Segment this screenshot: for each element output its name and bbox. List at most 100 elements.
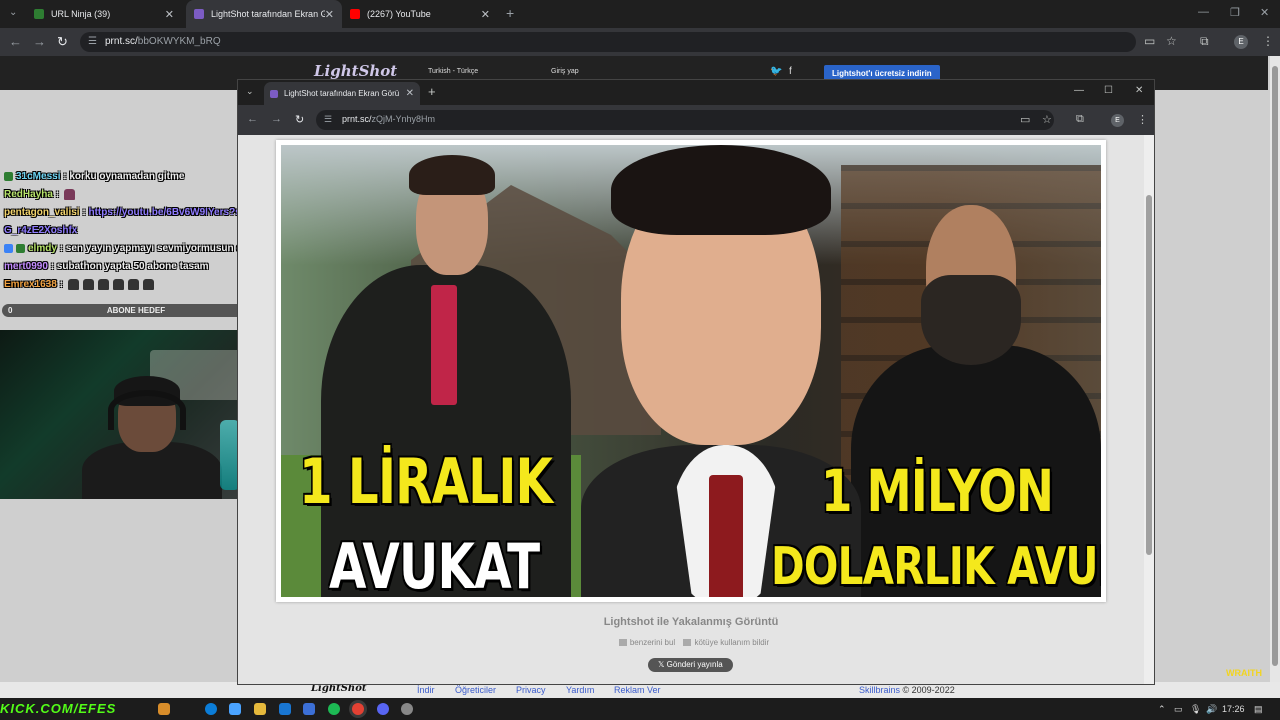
copilot-icon[interactable] (229, 703, 241, 715)
url-ninja-favicon-icon (34, 9, 44, 19)
inner-tab-lightshot[interactable]: LightShot tarafından Ekran Görü ✕ (264, 82, 420, 105)
extensions-icon[interactable]: ⧉ (1200, 34, 1209, 49)
close-window-icon[interactable]: ✕ (1135, 85, 1143, 96)
chat-text: : sen yayın yapmayı sevmiyormusun daha (59, 243, 260, 254)
windows-taskbar (0, 698, 1280, 720)
skillbrains-link[interactable]: Skillbrains (859, 685, 900, 695)
footer-link-download[interactable]: İndir (417, 685, 435, 695)
captured-screenshot[interactable]: 1 LİRALIK AVUKAT 1 MİLYON DOLARLIK AVUKA… (281, 145, 1101, 597)
clock[interactable]: 17:26 (1222, 704, 1245, 714)
thumbnail-text-line4: DOLARLIK AVUKAT (771, 537, 1101, 597)
profile-avatar[interactable]: E (1234, 35, 1248, 49)
footer-link-privacy[interactable]: Privacy (516, 685, 546, 695)
lightshot-favicon-icon (194, 9, 204, 19)
install-app-icon[interactable]: ▭ (1144, 34, 1155, 48)
report-abuse-link[interactable]: kötüye kullanım bildir (694, 638, 769, 647)
new-tab-icon[interactable]: + (428, 84, 436, 99)
back-icon[interactable]: ← (247, 113, 258, 125)
chat-username: 31cMessi (16, 171, 61, 182)
forward-icon[interactable]: → (271, 113, 282, 125)
x-logo-icon: 𝕏 (658, 660, 667, 669)
lightshot-logo[interactable]: LightShot (314, 62, 397, 80)
new-tab-icon[interactable]: + (506, 5, 514, 21)
close-tab-icon[interactable]: ✕ (481, 8, 490, 21)
scrollbar-thumb[interactable] (1146, 195, 1152, 555)
reload-icon[interactable]: ↻ (295, 113, 304, 126)
bookmark-star-icon[interactable]: ☆ (1166, 34, 1177, 48)
maximize-icon[interactable]: ❐ (1230, 6, 1240, 19)
menu-kebab-icon[interactable]: ⋮ (1137, 113, 1148, 126)
chevron-up-icon[interactable]: ⌃ (1158, 704, 1166, 715)
chat-username: mert0990 (4, 261, 48, 272)
maximize-icon[interactable]: ☐ (1104, 85, 1113, 96)
find-similar-link[interactable]: benzerini bul (630, 638, 675, 647)
facebook-icon[interactable]: f (789, 66, 792, 77)
file-explorer-icon[interactable] (254, 703, 266, 715)
close-tab-icon[interactable]: ✕ (325, 8, 334, 21)
login-link[interactable]: Giriş yap (551, 68, 579, 75)
chat-text: : (59, 279, 63, 290)
tab-search-icon[interactable]: ⌄ (246, 86, 258, 98)
lightshot-favicon-icon (270, 89, 278, 98)
back-icon[interactable]: ← (9, 34, 22, 49)
site-info-icon[interactable]: ☰ (88, 36, 97, 47)
thumbnail-text-line3: 1 MİLYON (821, 457, 1054, 525)
chat-message: pentagon_valisi : https://youtu.be/6Bv6W… (0, 204, 268, 240)
wraith-logo: WRAITH (1226, 668, 1262, 678)
minimize-icon[interactable]: — (1198, 6, 1209, 18)
inner-address-bar[interactable]: ☰ prnt.sc/zQjM-Ynhy8Hm (316, 110, 1054, 130)
twitter-icon[interactable]: 🐦 (770, 66, 782, 77)
language-select[interactable]: Turkish - Türkçe (428, 68, 478, 75)
chrome-icon[interactable] (352, 703, 364, 715)
address-bar[interactable]: ☰ prnt.sc/bbOKWYKM_bRQ (80, 32, 1136, 52)
chat-username: RedHayha (4, 189, 53, 200)
notifications-icon[interactable]: ▤ (1254, 704, 1263, 715)
emote-icon (82, 278, 94, 290)
center-man-hair (611, 145, 831, 235)
tab-url-ninja[interactable]: URL Ninja (39) ✕ (26, 0, 182, 28)
webcam-feed (0, 330, 257, 499)
outlook-icon[interactable] (279, 703, 291, 715)
reload-icon[interactable]: ↻ (57, 34, 68, 50)
emote-icon (142, 278, 154, 290)
close-tab-icon[interactable]: ✕ (402, 88, 414, 99)
tab-search-icon[interactable]: ⌄ (9, 7, 17, 18)
page-scrollbar[interactable] (1270, 56, 1280, 698)
inner-scrollbar[interactable] (1144, 135, 1154, 684)
minimize-icon[interactable]: — (1074, 85, 1084, 96)
tab-lightshot[interactable]: LightShot tarafından Ekran Görü ✕ (186, 0, 342, 28)
stream-chat: 31cMessi : korku oynamadan gitme RedHayh… (0, 168, 268, 294)
menu-kebab-icon[interactable]: ⋮ (1262, 34, 1274, 48)
inner-browser-window: ⌄ LightShot tarafından Ekran Görü ✕ + — … (237, 79, 1155, 685)
site-info-icon[interactable]: ☰ (324, 114, 332, 125)
volume-icon[interactable]: 🔊 (1206, 704, 1217, 715)
footer-link-help[interactable]: Yardım (566, 685, 594, 695)
install-app-icon[interactable]: ▭ (1020, 113, 1030, 126)
footer-link-advertise[interactable]: Reklam Ver (614, 685, 661, 695)
close-tab-icon[interactable]: ✕ (165, 8, 174, 21)
thumbnail-text-line2: AVUKAT (329, 530, 540, 597)
discord-icon[interactable] (377, 703, 389, 715)
chat-username: elmdy (28, 243, 57, 254)
close-window-icon[interactable]: ✕ (1260, 6, 1269, 19)
scrollbar-thumb[interactable] (1272, 66, 1278, 666)
tab-youtube[interactable]: (2267) YouTube ✕ (342, 0, 498, 28)
settings-gear-icon[interactable] (401, 703, 413, 715)
pet-app-icon[interactable] (158, 703, 170, 715)
chat-text: : subathon yapta 50 abone tasam (50, 261, 209, 272)
chat-text: : korku oynamadan gitme (63, 171, 185, 182)
spotify-icon[interactable] (328, 703, 340, 715)
copyright-text: © 2009-2022 (902, 685, 955, 695)
microphone-icon[interactable]: 🎙 (1190, 704, 1201, 715)
bookmark-star-icon[interactable]: ☆ (1042, 113, 1052, 126)
network-icon[interactable]: ▭ (1174, 704, 1183, 715)
center-man-tie (709, 475, 743, 597)
extensions-icon[interactable]: ⧉ (1076, 113, 1084, 126)
store-icon[interactable] (303, 703, 315, 715)
forward-icon[interactable]: → (33, 34, 46, 49)
profile-avatar[interactable]: E (1111, 114, 1124, 127)
chat-message: elmdy : sen yayın yapmayı sevmiyormusun … (0, 240, 268, 258)
share-post-button[interactable]: 𝕏 Gönderi yayınla (648, 658, 733, 672)
edge-icon[interactable] (205, 703, 217, 715)
footer-link-tutorials[interactable]: Öğreticiler (455, 685, 496, 695)
